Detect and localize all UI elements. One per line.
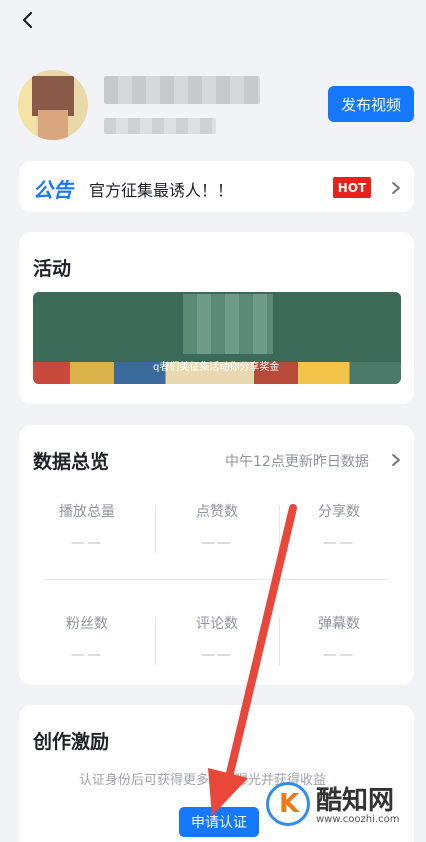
apply-certification-button[interactable]: 申请认证 <box>179 807 259 837</box>
divider <box>155 505 156 553</box>
stat-value: —— <box>323 535 355 551</box>
publish-video-button[interactable]: 发布视频 <box>328 86 414 122</box>
stat-label: 评论数 <box>196 616 238 632</box>
divider <box>45 579 388 580</box>
stat-likes: 点赞数 —— <box>157 501 277 551</box>
notice-card[interactable]: 公告 官方征集最诱人！！ HOT <box>19 161 414 212</box>
stat-label: 点赞数 <box>196 504 238 520</box>
stat-followers: 粉丝数 —— <box>27 613 147 663</box>
activity-title: 活动 <box>33 258 72 280</box>
incentive-title: 创作激励 <box>33 731 110 753</box>
chevron-right-icon <box>389 180 403 194</box>
stats-title: 数据总览 <box>33 451 110 473</box>
avatar[interactable] <box>18 70 88 140</box>
divider <box>155 617 156 665</box>
activity-card: 活动 q者们美征集活动你分享奖金 <box>19 232 414 404</box>
notice-text: 官方征集最诱人！！ <box>89 181 234 200</box>
stat-comments: 评论数 —— <box>157 613 277 663</box>
stats-update-note[interactable]: 中午12点更新昨日数据 <box>225 451 369 471</box>
watermark-url: www.coozhi.com <box>316 814 400 825</box>
chevron-left-icon <box>19 11 37 33</box>
activity-banner[interactable]: q者们美征集活动你分享奖金 <box>33 292 401 384</box>
stat-label: 播放总量 <box>59 504 115 520</box>
stat-label: 分享数 <box>318 504 360 520</box>
stat-label: 粉丝数 <box>66 616 108 632</box>
stat-value: —— <box>71 647 103 663</box>
username-blurred <box>104 76 260 104</box>
stats-card: 数据总览 中午12点更新昨日数据 播放总量 —— 点赞数 —— 分享数 —— 粉… <box>19 425 414 685</box>
watermark-name: 酷知网 <box>316 786 395 816</box>
stat-shares: 分享数 —— <box>279 501 399 551</box>
banner-blurred-area <box>183 294 273 354</box>
stat-value: —— <box>323 647 355 663</box>
notice-title: 公告 <box>33 178 73 202</box>
banner-text: q者们美征集活动你分享奖金 <box>153 362 280 373</box>
stat-label: 弹幕数 <box>318 616 360 632</box>
stat-danmaku: 弹幕数 —— <box>279 613 399 663</box>
stat-value: —— <box>71 535 103 551</box>
back-button[interactable] <box>14 8 42 36</box>
stat-value: —— <box>201 647 233 663</box>
stat-play-total: 播放总量 —— <box>27 501 147 551</box>
hot-badge: HOT <box>333 177 371 198</box>
watermark: K 酷知网 www.coozhi.com <box>266 774 416 834</box>
user-subinfo-blurred <box>104 118 216 134</box>
stat-value: —— <box>201 535 233 551</box>
watermark-logo-icon: K <box>266 782 310 826</box>
chevron-right-icon[interactable] <box>389 452 403 466</box>
